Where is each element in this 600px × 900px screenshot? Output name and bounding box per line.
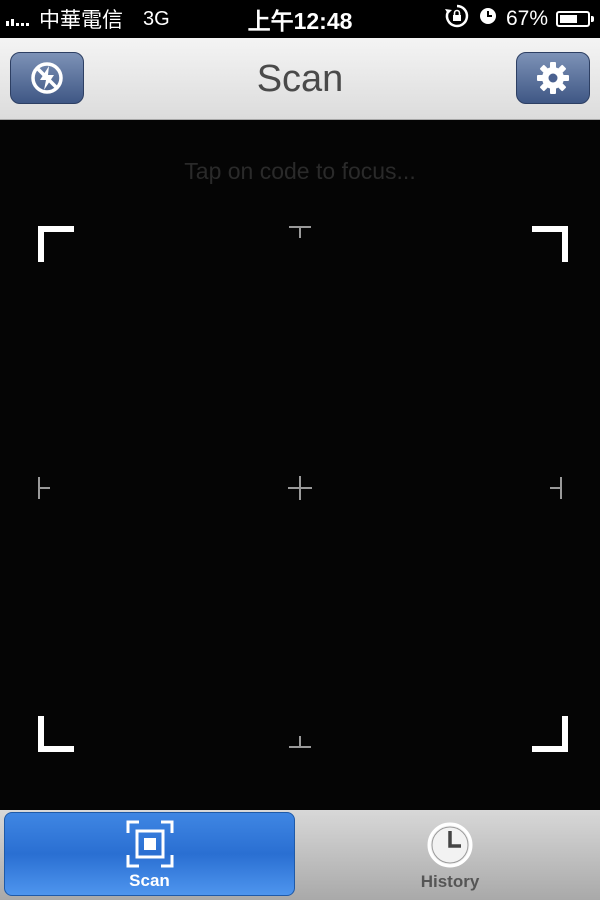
- alarm-clock-icon: [478, 6, 498, 32]
- scan-frame-icon: [126, 820, 173, 868]
- battery-percent: 67%: [505, 7, 548, 30]
- page-title: Scan: [256, 57, 344, 100]
- viewfinder-corner-top-left: [38, 226, 74, 262]
- gear-icon: [537, 62, 569, 94]
- camera-viewfinder[interactable]: Tap on code to focus...: [0, 120, 600, 810]
- settings-button[interactable]: [516, 52, 590, 104]
- focus-hint: Tap on code to focus...: [184, 158, 416, 184]
- navigation-bar: Scan: [0, 38, 600, 120]
- viewfinder-corner-bottom-right: [532, 716, 568, 752]
- tab-history-label: History: [420, 872, 480, 891]
- tab-scan[interactable]: Scan: [4, 812, 295, 896]
- status-bar: 中華電信 3G 上午12:48 67%: [0, 0, 600, 38]
- tab-scan-label: Scan: [129, 871, 170, 890]
- clock-icon: [427, 822, 473, 868]
- tab-bar: Scan History: [0, 810, 600, 900]
- viewfinder-corner-bottom-left: [38, 716, 74, 752]
- rotation-lock-icon: [444, 3, 470, 35]
- battery-icon: [556, 11, 594, 27]
- viewfinder-corner-top-right: [532, 226, 568, 262]
- tab-history[interactable]: History: [302, 812, 598, 896]
- status-right: 67%: [444, 0, 594, 38]
